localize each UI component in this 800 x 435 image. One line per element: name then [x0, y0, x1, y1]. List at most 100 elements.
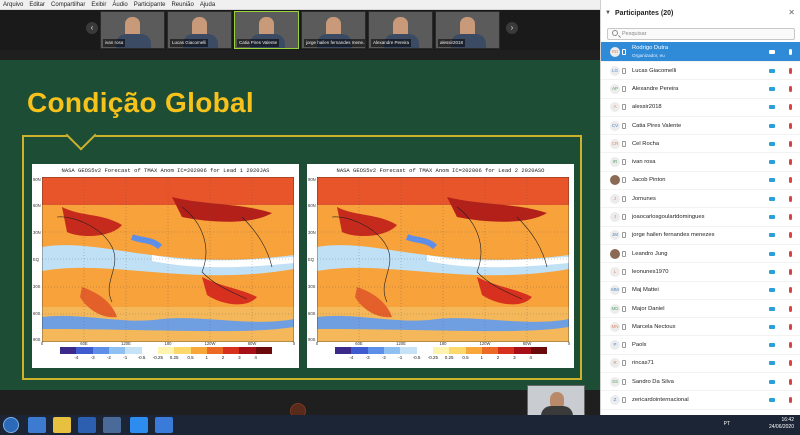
video-tile-name: alessir2018 — [438, 39, 466, 47]
start-button[interactable] — [3, 417, 19, 433]
participant-row[interactable]: MN Marcela Nectoux — [601, 318, 800, 337]
camera-icon[interactable] — [769, 379, 775, 384]
participant-name: Rodrigo Dutra — [632, 45, 669, 51]
mic-muted-icon[interactable] — [789, 250, 792, 257]
participant-row[interactable]: Rrincas71 — [601, 355, 800, 374]
camera-icon[interactable] — [769, 251, 775, 256]
video-tile[interactable]: Alexandre Pereira — [368, 11, 433, 49]
camera-icon[interactable] — [769, 288, 775, 293]
camera-icon[interactable] — [769, 306, 775, 311]
lat-label: 90N — [308, 177, 316, 182]
camera-icon[interactable] — [769, 123, 775, 128]
ie-icon[interactable] — [78, 417, 96, 433]
mic-muted-icon[interactable] — [789, 287, 792, 294]
chevron-left-icon[interactable]: ‹ — [86, 22, 98, 34]
video-tile[interactable]: Lucas Giacomelli — [167, 11, 232, 49]
device-icon — [622, 140, 626, 147]
menu-item-5[interactable]: Participante — [134, 2, 166, 8]
camera-icon[interactable] — [769, 196, 775, 201]
mic-muted-icon[interactable] — [789, 159, 792, 166]
mic-muted-icon[interactable] — [789, 48, 792, 55]
participant-row[interactable]: CR Cel Rocha — [601, 135, 800, 154]
participant-row[interactable]: Zzericardointernacional — [601, 391, 800, 410]
participant-row[interactable]: RD Rodrigo Dutra Organizador, eu — [601, 42, 800, 62]
mic-muted-icon[interactable] — [789, 232, 792, 239]
menu-item-1[interactable]: Editar — [29, 2, 45, 8]
camera-icon[interactable] — [769, 86, 775, 91]
participant-row[interactable]: Jacob Pinton — [601, 172, 800, 191]
participant-row[interactable]: P Paolx — [601, 336, 800, 355]
participant-row[interactable]: CV Catia Pires Valente — [601, 117, 800, 136]
mic-muted-icon[interactable] — [789, 360, 792, 367]
menu-item-2[interactable]: Compartilhar — [51, 2, 85, 8]
participant-row[interactable]: Lleonunes1970 — [601, 263, 800, 282]
video-tile[interactable]: alessir2018 — [435, 11, 500, 49]
camera-icon[interactable] — [769, 397, 775, 402]
mic-muted-icon[interactable] — [789, 305, 792, 312]
folder-icon[interactable] — [53, 417, 71, 433]
mic-muted-icon[interactable] — [789, 122, 792, 129]
collapse-caret-icon[interactable]: ▼ — [605, 10, 611, 16]
menu-item-3[interactable]: Exibir — [91, 2, 106, 8]
camera-icon[interactable] — [769, 215, 775, 220]
participant-row[interactable]: Jjoaocarlosgoulartdomingues — [601, 208, 800, 227]
mic-muted-icon[interactable] — [789, 378, 792, 385]
camera-icon[interactable] — [769, 160, 775, 165]
menu-item-4[interactable]: Áudio — [112, 2, 127, 8]
search-icon — [612, 30, 618, 36]
participant-row[interactable]: LG Lucas Giacomelli — [601, 62, 800, 81]
mic-muted-icon[interactable] — [789, 67, 792, 74]
mic-muted-icon[interactable] — [789, 268, 792, 275]
participant-name: Paolx — [632, 342, 647, 349]
camera-icon[interactable] — [769, 68, 775, 73]
participant-row[interactable]: Leandro Jung — [601, 245, 800, 264]
participant-row[interactable]: MM Maj Mattei — [601, 282, 800, 300]
menu-item-0[interactable]: Arquivo — [3, 2, 23, 8]
system-clock[interactable]: 16:42 24/06/2020 — [769, 417, 794, 431]
mic-muted-icon[interactable] — [789, 140, 792, 147]
participant-row[interactable]: MD Major Daniel — [601, 300, 800, 319]
participant-row[interactable]: Aalessir2018 — [601, 99, 800, 117]
colorbar-swatch — [206, 347, 224, 354]
chrome-icon[interactable] — [103, 417, 121, 433]
participant-row[interactable]: IR ivan rosa — [601, 153, 800, 172]
video-tile[interactable]: jorge hailen fernandes mene... — [301, 11, 366, 49]
mic-muted-icon[interactable] — [789, 195, 792, 202]
participant-row[interactable]: J Jornunes — [601, 190, 800, 209]
meeting-app-icon[interactable] — [155, 417, 173, 433]
video-tile[interactable]: Catia Pires Valente — [234, 11, 299, 49]
camera-icon[interactable] — [769, 343, 775, 348]
camera-icon[interactable] — [769, 269, 775, 274]
mic-muted-icon[interactable] — [789, 177, 792, 184]
device-icon — [622, 177, 626, 184]
menu-item-7[interactable]: Ajuda — [200, 2, 215, 8]
mic-muted-icon[interactable] — [789, 396, 792, 403]
avatar: CV — [610, 120, 620, 131]
mic-muted-icon[interactable] — [789, 214, 792, 221]
mic-muted-icon[interactable] — [789, 323, 792, 330]
mic-muted-icon[interactable] — [789, 104, 792, 111]
language-indicator[interactable]: PT — [724, 421, 730, 427]
participant-row[interactable]: SS Sandro Da Silva — [601, 373, 800, 392]
menu-item-6[interactable]: Reunião — [171, 2, 193, 8]
camera-icon[interactable] — [769, 105, 775, 110]
mic-muted-icon[interactable] — [789, 342, 792, 349]
explorer-icon[interactable] — [28, 417, 46, 433]
camera-icon[interactable] — [769, 141, 775, 146]
participant-row[interactable]: AP Alexandre Pereira — [601, 80, 800, 99]
video-tile[interactable]: ivan rosa — [100, 11, 165, 49]
lat-label: 90S — [308, 337, 316, 342]
zoom-icon[interactable] — [130, 417, 148, 433]
colorbar-tick: 4 — [254, 355, 257, 360]
camera-icon[interactable] — [769, 361, 775, 366]
participant-row[interactable]: JM jorge hailen fernandes menezes — [601, 227, 800, 245]
close-icon[interactable]: ✕ — [788, 8, 795, 17]
camera-icon[interactable] — [769, 233, 775, 238]
colorbar-tick: -1 — [123, 355, 128, 360]
participant-search-input[interactable]: Pesquisar — [607, 28, 795, 40]
camera-icon[interactable] — [769, 178, 775, 183]
mic-muted-icon[interactable] — [789, 85, 792, 92]
camera-icon[interactable] — [769, 49, 775, 54]
camera-icon[interactable] — [769, 324, 775, 329]
chevron-right-icon[interactable]: › — [506, 22, 518, 34]
